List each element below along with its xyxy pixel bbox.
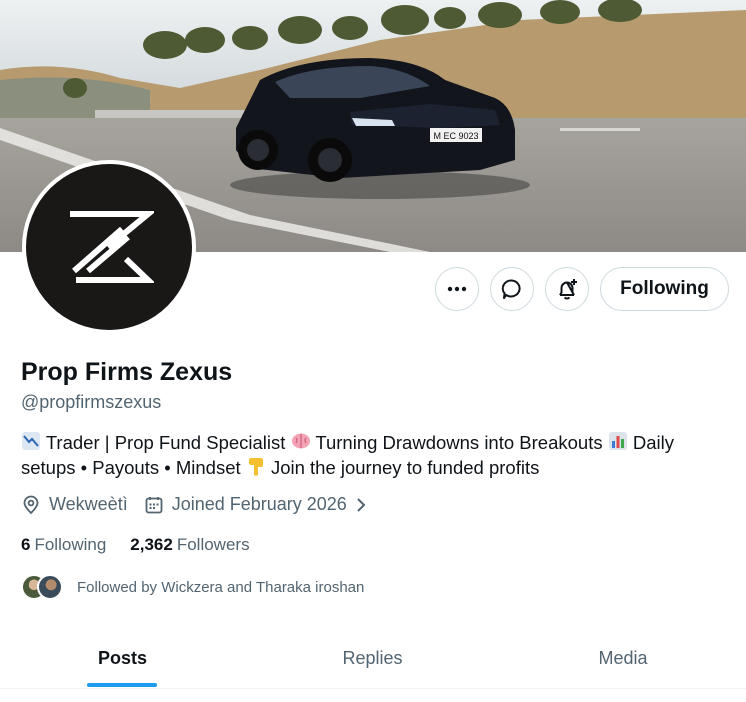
- followers-count: 2,362: [130, 535, 173, 554]
- svg-text:M EC 9023: M EC 9023: [433, 131, 478, 141]
- followers-count-link[interactable]: 2,362 Followers: [130, 535, 249, 555]
- tab-replies[interactable]: Replies: [250, 628, 495, 688]
- chevron-right-icon: [357, 497, 366, 512]
- message-icon: [501, 279, 521, 299]
- followed-by[interactable]: Followed by Wickzera and Tharaka iroshan: [21, 574, 364, 600]
- calendar-icon: [145, 496, 163, 513]
- joined-text: Joined February 2026: [171, 494, 347, 514]
- profile-meta: Wekweètì Joined February 2026: [21, 494, 385, 515]
- profile-handle: @propfirmszexus: [21, 392, 162, 412]
- following-count: 6: [21, 535, 31, 554]
- bio-part-4: Join the journey to funded profits: [270, 457, 540, 478]
- active-tab-indicator: [87, 683, 157, 687]
- following-count-link[interactable]: 6 Following: [21, 535, 106, 555]
- profile-tabs: Posts Replies Media: [0, 628, 746, 689]
- bio-part-2: Turning Drawdowns into Breakouts: [315, 432, 603, 453]
- profile-name: Prop Firms Zexus: [21, 358, 233, 386]
- message-button[interactable]: [490, 267, 534, 311]
- location-text: Wekweètì: [49, 494, 128, 514]
- bio-part-1: Trader | Prop Fund Specialist: [45, 432, 286, 453]
- zexus-logo-icon: [70, 211, 154, 283]
- follow-counts: 6 Following 2,362 Followers: [21, 535, 274, 555]
- tab-posts[interactable]: Posts: [0, 628, 245, 688]
- more-button[interactable]: [435, 267, 479, 311]
- pointing-down-icon: [246, 456, 266, 480]
- location: Wekweètì: [21, 494, 128, 515]
- follower-avatar: [37, 574, 63, 600]
- brain-icon: [291, 431, 311, 455]
- location-icon: [23, 495, 39, 514]
- following-button[interactable]: Following: [600, 267, 729, 311]
- followed-by-text: Followed by Wickzera and Tharaka iroshan: [77, 578, 365, 596]
- notify-button[interactable]: [545, 267, 589, 311]
- more-icon: [447, 286, 467, 292]
- avatar[interactable]: [22, 160, 196, 334]
- profile-bio: Trader | Prop Fund Specialist Turning Dr…: [21, 430, 731, 480]
- tab-media[interactable]: Media: [500, 628, 746, 688]
- joined-date[interactable]: Joined February 2026: [144, 494, 369, 515]
- bar-chart-icon: [608, 431, 628, 455]
- notify-icon: [559, 279, 577, 300]
- followers-count-label: Followers: [176, 535, 250, 554]
- following-count-label: Following: [34, 535, 107, 554]
- chart-down-icon: [21, 431, 41, 455]
